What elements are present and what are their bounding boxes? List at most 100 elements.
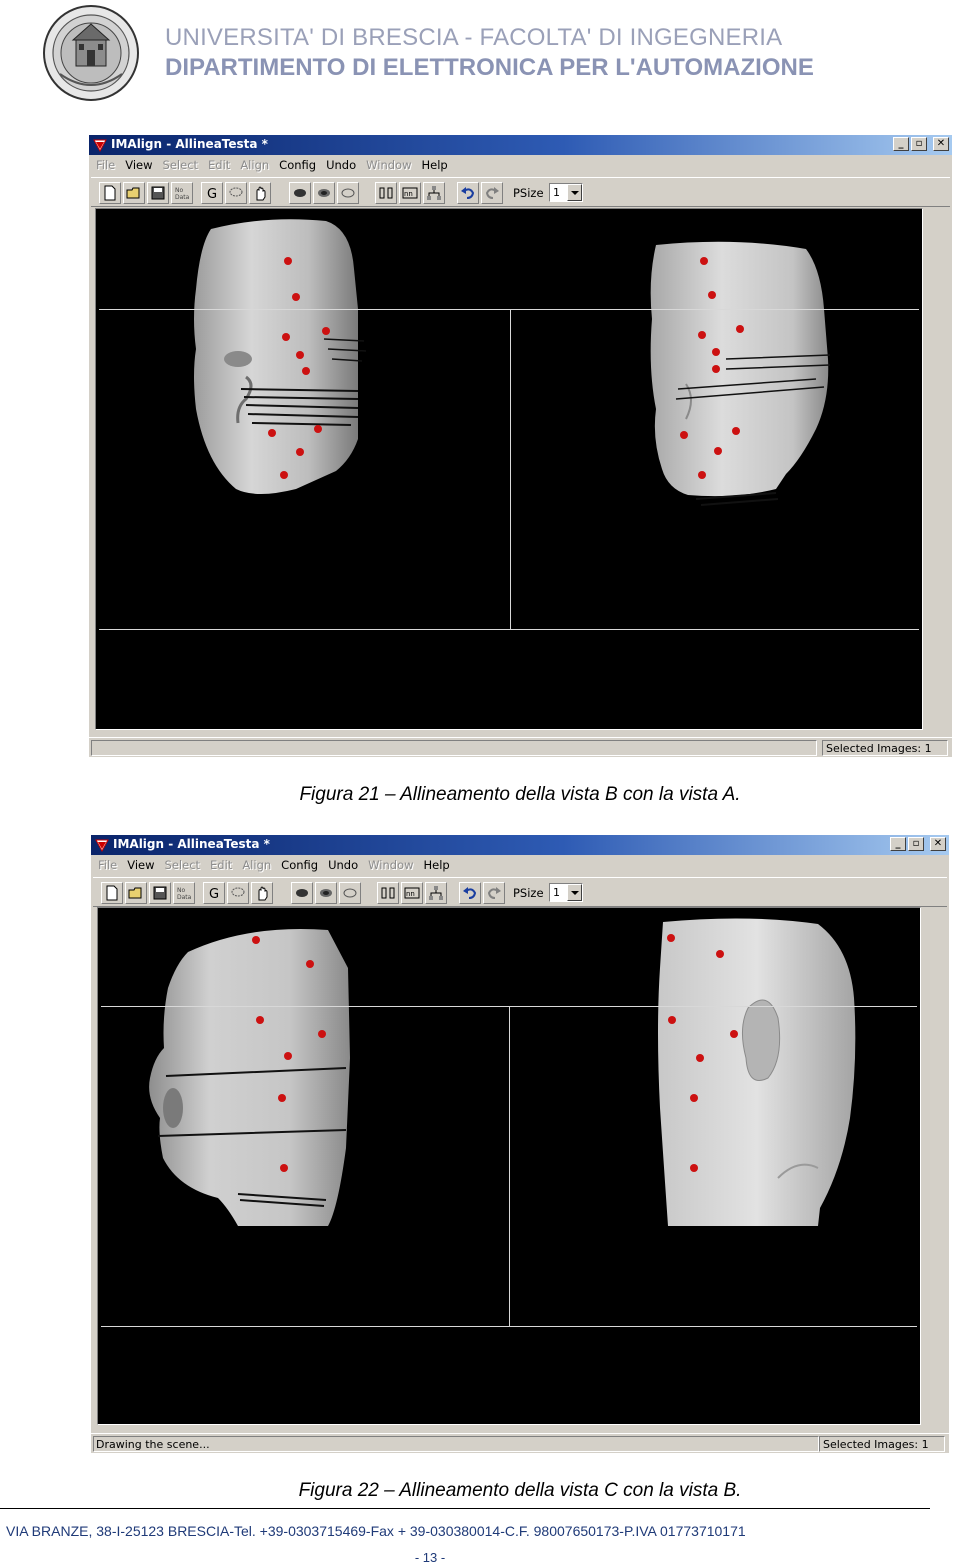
menu-file[interactable]: File: [95, 858, 124, 872]
align-pair-icon[interactable]: [375, 182, 397, 204]
menu-config[interactable]: Config: [278, 858, 325, 872]
header-university-line: UNIVERSITA' DI BRESCIA - FACOLTA' DI ING…: [165, 24, 783, 51]
redo-icon[interactable]: [481, 182, 503, 204]
app-icon: [93, 139, 107, 153]
figure-22-caption: Figura 22 – Allineamento della vista C c…: [298, 1480, 742, 1501]
app-icon: [95, 839, 109, 853]
chevron-down-icon[interactable]: [567, 884, 582, 901]
psize-label: PSize: [513, 886, 544, 900]
align-pair-icon[interactable]: [377, 882, 399, 904]
title-bar[interactable]: IMAlign - AllineaTesta * _ ▫ ✕: [91, 835, 949, 855]
undo-icon[interactable]: [457, 182, 479, 204]
menu-select[interactable]: Select: [160, 158, 205, 172]
status-message: Drawing the scene...: [93, 1436, 819, 1452]
svg-text:G: G: [207, 187, 217, 201]
hand-pan-icon[interactable]: [251, 882, 273, 904]
chevron-down-icon[interactable]: [567, 184, 582, 201]
toolbar: No Data G nn PSize 1: [93, 877, 947, 907]
menu-edit[interactable]: Edit: [205, 158, 237, 172]
menu-window[interactable]: Window: [363, 158, 418, 172]
university-seal-logo: [43, 5, 139, 101]
menu-align[interactable]: Align: [237, 158, 276, 172]
menu-bar: File View Select Edit Align Config Undo …: [91, 855, 949, 875]
menu-bar: File View Select Edit Align Config Undo …: [89, 155, 952, 175]
3d-viewport[interactable]: [95, 208, 923, 730]
menu-view[interactable]: View: [124, 858, 161, 872]
svg-text:nn: nn: [406, 890, 415, 898]
save-icon[interactable]: [147, 182, 169, 204]
status-bar: Drawing the scene... Selected Images: 1: [91, 1433, 949, 1453]
menu-edit[interactable]: Edit: [207, 858, 239, 872]
save-icon[interactable]: [149, 882, 171, 904]
align-nn-icon[interactable]: nn: [401, 882, 423, 904]
svg-text:No: No: [177, 887, 185, 894]
tree-icon[interactable]: [425, 882, 447, 904]
view-divider-top: [99, 309, 919, 310]
psize-value: 1: [553, 886, 560, 899]
menu-help[interactable]: Help: [418, 158, 454, 172]
psize-dropdown[interactable]: 1: [549, 883, 583, 902]
svg-text:Data: Data: [177, 894, 192, 901]
g-tool-icon[interactable]: G: [201, 182, 223, 204]
menu-config[interactable]: Config: [276, 158, 323, 172]
view-divider-bottom: [99, 629, 919, 630]
svg-text:G: G: [209, 887, 219, 901]
outline-icon[interactable]: [339, 882, 361, 904]
status-message: [91, 740, 817, 756]
minimize-icon[interactable]: _: [890, 837, 906, 851]
footer-address: VIA BRANZE, 38-I-25123 BRESCIA-Tel. +39-…: [6, 1523, 746, 1539]
svg-text:Data: Data: [175, 194, 190, 201]
figure-21-caption: Figura 21 – Allineamento della vista B c…: [299, 784, 741, 805]
imalign-window-figure-22: IMAlign - AllineaTesta * _ ▫ ✕ File View…: [91, 835, 949, 1453]
menu-undo[interactable]: Undo: [323, 158, 363, 172]
menu-window[interactable]: Window: [365, 858, 420, 872]
restore-icon[interactable]: ▫: [908, 837, 924, 851]
view-divider-vertical: [509, 1006, 510, 1326]
title-bar[interactable]: IMAlign - AllineaTesta * _ ▫ ✕: [89, 135, 952, 155]
lasso-select-icon[interactable]: [227, 882, 249, 904]
svg-text:nn: nn: [404, 190, 413, 198]
undo-icon[interactable]: [459, 882, 481, 904]
window-title: IMAlign - AllineaTesta *: [111, 137, 268, 151]
menu-align[interactable]: Align: [239, 858, 278, 872]
g-tool-icon[interactable]: G: [203, 882, 225, 904]
close-icon[interactable]: ✕: [930, 837, 946, 851]
lasso-select-icon[interactable]: [225, 182, 247, 204]
status-bar: Selected Images: 1: [89, 737, 952, 757]
redo-icon[interactable]: [483, 882, 505, 904]
rotate-object-icon[interactable]: [291, 882, 313, 904]
page-number: - 13 -: [414, 1550, 446, 1565]
rotate-view-icon[interactable]: [313, 182, 335, 204]
menu-file[interactable]: File: [93, 158, 122, 172]
restore-icon[interactable]: ▫: [911, 137, 927, 151]
menu-view[interactable]: View: [122, 158, 159, 172]
view-divider-vertical: [510, 309, 511, 629]
no-data-icon[interactable]: No Data: [171, 182, 193, 204]
menu-help[interactable]: Help: [420, 858, 456, 872]
psize-value: 1: [553, 186, 560, 199]
open-folder-icon[interactable]: [123, 182, 145, 204]
view-divider-bottom: [101, 1326, 917, 1327]
tree-icon[interactable]: [423, 182, 445, 204]
footer-divider: [0, 1508, 930, 1509]
close-icon[interactable]: ✕: [933, 137, 949, 151]
align-nn-icon[interactable]: nn: [399, 182, 421, 204]
no-data-icon[interactable]: No Data: [173, 882, 195, 904]
psize-label: PSize: [513, 186, 544, 200]
menu-undo[interactable]: Undo: [325, 858, 365, 872]
new-file-icon[interactable]: [99, 182, 121, 204]
psize-dropdown[interactable]: 1: [549, 183, 583, 202]
imalign-window-figure-21: IMAlign - AllineaTesta * _ ▫ ✕ File View…: [89, 135, 952, 757]
rotate-object-icon[interactable]: [289, 182, 311, 204]
outline-icon[interactable]: [337, 182, 359, 204]
menu-select[interactable]: Select: [162, 858, 207, 872]
new-file-icon[interactable]: [101, 882, 123, 904]
rotate-view-icon[interactable]: [315, 882, 337, 904]
toolbar: No Data G nn PSize 1: [91, 177, 950, 207]
minimize-icon[interactable]: _: [893, 137, 909, 151]
open-folder-icon[interactable]: [125, 882, 147, 904]
svg-text:No: No: [175, 187, 183, 194]
selected-images-count: Selected Images: 1: [822, 740, 948, 756]
hand-pan-icon[interactable]: [249, 182, 271, 204]
3d-viewport[interactable]: [97, 907, 921, 1425]
